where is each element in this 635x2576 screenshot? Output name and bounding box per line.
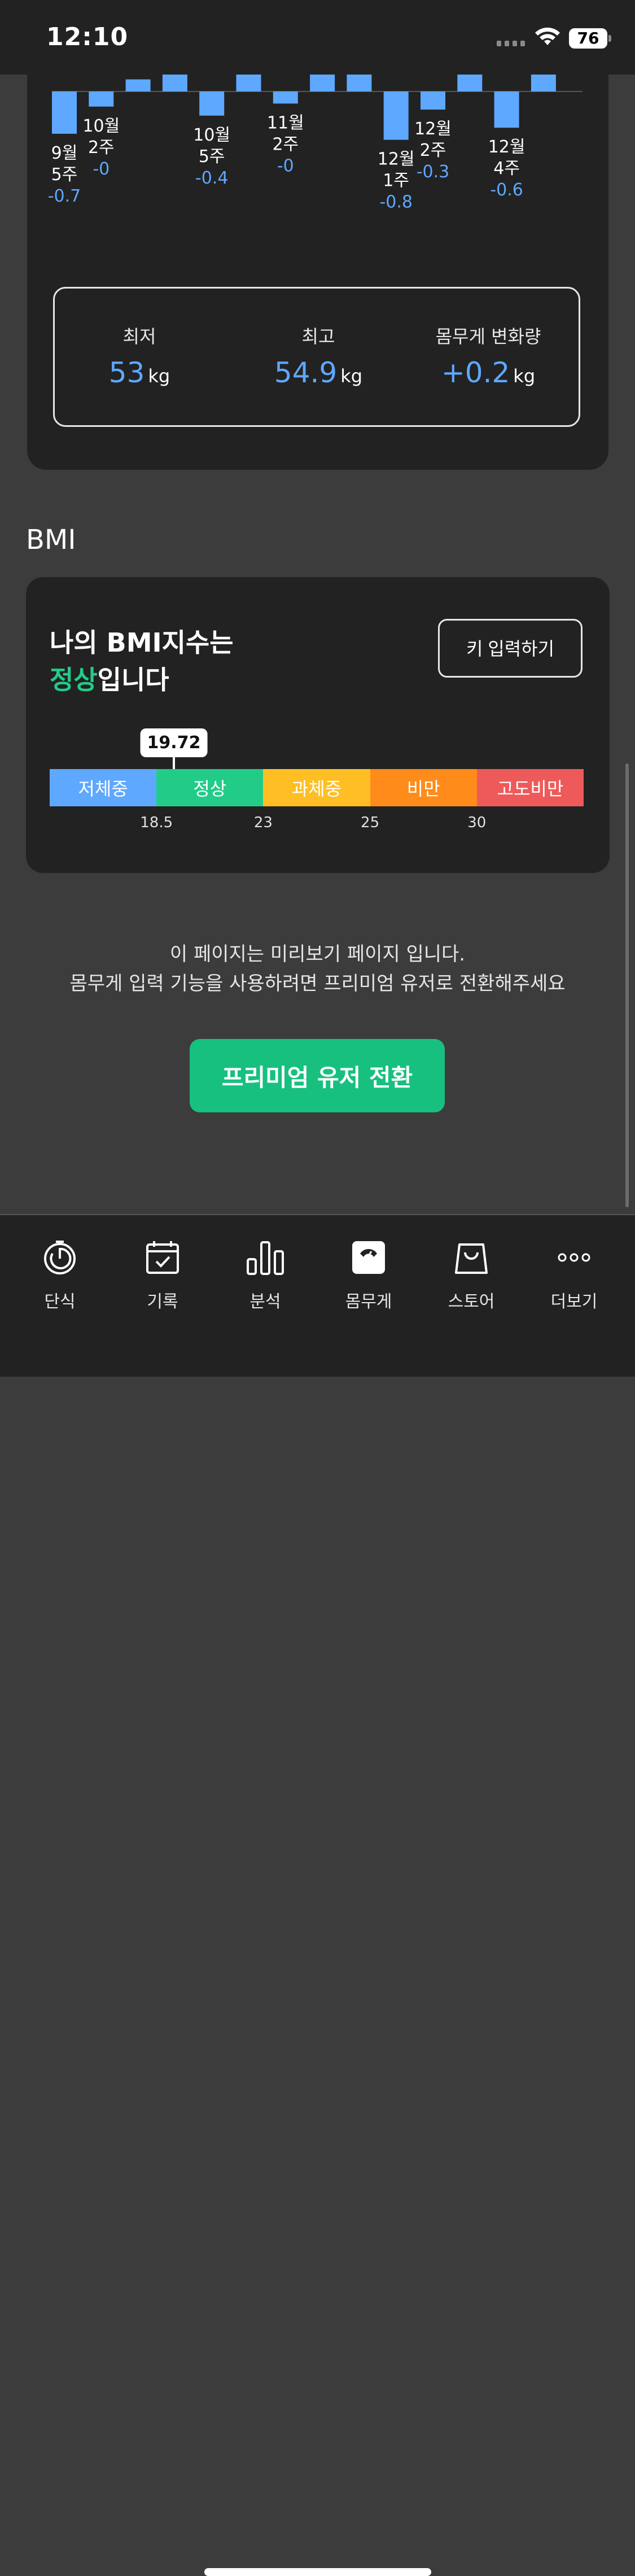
chart-label-month: 12월 (488, 137, 525, 157)
stat-change: 몸무게 변화량 +0.2 kg (404, 322, 573, 389)
stat-change-value: +0.2 (441, 356, 510, 389)
bmi-title: 나의 BMI지수는 (50, 627, 234, 658)
chart-data-label: -0.8 (379, 193, 413, 212)
chart-label-month: 9월 (51, 143, 78, 163)
chart-bar (457, 75, 483, 91)
stat-min-unit: kg (148, 365, 170, 387)
more-dots-icon (554, 1238, 594, 1277)
bar-chart-icon (246, 1238, 285, 1277)
preview-notice: 이 페이지는 미리보기 페이지 입니다. 몸무게 입력 기능을 사용하려면 프리… (0, 940, 635, 998)
chart-label-week: 5주 (51, 165, 78, 185)
chart-label-month: 12월 (378, 150, 415, 169)
chart-data-label: -0.6 (490, 180, 523, 200)
tab-label: 분석 (249, 1292, 281, 1312)
bmi-segment: 고도비만 (476, 769, 584, 806)
bottom-tab-bar: 단식 기록 분석 몸무게 스토어 더보기 (0, 1214, 635, 2576)
tab-label: 기록 (147, 1292, 178, 1312)
chart-bar (494, 91, 519, 128)
weekly-change-chart: 9월5주-0.710월2주-010월5주-0.411월2주-0 12월1주-0.8… (48, 75, 583, 212)
bmi-status: 정상 (50, 665, 98, 695)
tab-label: 더보기 (550, 1292, 598, 1312)
chart-bar (531, 75, 556, 91)
bmi-segment: 비만 (370, 769, 477, 806)
tab-analysis[interactable]: 분석 (223, 1238, 308, 1312)
home-indicator (204, 2568, 431, 2576)
bmi-tick-label: 23 (253, 814, 273, 831)
bmi-card: 나의 BMI지수는 정상입니다 키 입력하기 19.72 저체중 정상 과체중 비만 고… (26, 577, 610, 873)
chart-bar (236, 75, 261, 91)
chart-label-week: 2주 (88, 138, 115, 158)
fasting-timer-icon (40, 1238, 80, 1277)
status-bar: 12:10 76 (0, 0, 635, 75)
chart-label-week: 5주 (199, 147, 225, 167)
stat-min-value: 53 (108, 356, 145, 389)
bmi-value-tooltip: 19.72 (140, 728, 208, 757)
tab-fasting[interactable]: 단식 (17, 1238, 102, 1312)
stat-min: 최저 53 kg (55, 322, 224, 389)
chart-bar (347, 75, 372, 91)
chart-bar (52, 91, 77, 134)
battery-icon: 76 (569, 28, 607, 49)
chart-label-week: 2주 (272, 134, 299, 154)
chart-label-month: 10월 (82, 116, 120, 136)
weight-change-card: 9월 5주 -0.7 10월 2주 -0 10월 5주 -0.4 11월 2주 -0 12월 1주 -0.8… (27, 75, 608, 470)
chart-bar (125, 79, 151, 91)
chart-bar (421, 91, 445, 110)
stat-max: 최고 54.9 kg (234, 322, 403, 389)
chart-label-week: 1주 (383, 171, 409, 191)
bmi-heading: BMI (26, 524, 76, 556)
enter-height-button[interactable]: 키 입력하기 (438, 619, 583, 678)
chart-label-week: 2주 (420, 141, 446, 160)
tab-label: 스토어 (448, 1292, 495, 1312)
chart-bar (162, 75, 187, 91)
chart-data-label: -0 (277, 156, 294, 176)
chart-bar (89, 91, 114, 107)
stat-max-label: 최고 (301, 326, 335, 347)
bmi-tick-label: 25 (361, 814, 380, 831)
premium-upgrade-button[interactable]: 프리미엄 유저 전환 (190, 1039, 445, 1112)
stat-max-value: 54.9 (274, 356, 338, 389)
tab-more[interactable]: 더보기 (532, 1238, 616, 1312)
preview-notice-line2: 몸무게 입력 기능을 사용하려면 프리미엄 유저로 전환해주세요 (69, 972, 566, 995)
chart-label-week: 4주 (493, 159, 520, 178)
tab-weight[interactable]: 몸무게 (326, 1238, 411, 1312)
bmi-segment: 정상 (156, 769, 264, 806)
bmi-tick-label: 18.5 (140, 814, 173, 831)
tab-records[interactable]: 기록 (120, 1238, 205, 1312)
bmi-segment: 저체중 (50, 769, 157, 806)
chart-label-month: 10월 (193, 125, 230, 145)
stat-max-unit: kg (340, 365, 363, 387)
chart-data-label: -0.7 (48, 186, 81, 206)
chart-bar (310, 75, 335, 91)
chart-bar (383, 91, 409, 140)
chart-bar (273, 91, 298, 104)
weight-stats-box: 최저 53 kg 최고 54.9 kg 몸무게 변화량 +0.2 kg (53, 287, 580, 427)
bmi-segment: 과체중 (263, 769, 370, 806)
bmi-scale-bar: 저체중 정상 과체중 비만 고도비만 (50, 769, 584, 806)
calendar-check-icon (143, 1238, 182, 1277)
scale-icon (349, 1238, 388, 1277)
tab-label: 몸무게 (345, 1292, 392, 1312)
bmi-status-suffix: 입니다 (97, 665, 169, 695)
scrollbar[interactable] (625, 763, 629, 1207)
chart-bar (199, 91, 225, 116)
shopping-bag-icon (452, 1238, 491, 1277)
stat-change-unit: kg (513, 365, 536, 387)
chart-data-label: -0.3 (417, 162, 450, 182)
preview-notice-line1: 이 페이지는 미리보기 페이지 입니다. (169, 943, 466, 966)
bmi-tick-label: 30 (467, 814, 487, 831)
chart-data-label: -0 (93, 159, 110, 179)
bmi-scale-ticks: 18.5 23 25 30 (26, 814, 610, 837)
chart-data-label: -0.4 (195, 168, 229, 188)
stat-change-label: 몸무게 변화량 (435, 326, 541, 347)
stat-min-label: 최저 (122, 326, 156, 347)
cellular-signal-icon (497, 41, 525, 46)
chart-label-month: 12월 (414, 119, 452, 139)
tab-label: 단식 (44, 1292, 76, 1312)
wifi-icon (535, 27, 560, 45)
status-time: 12:10 (46, 23, 129, 51)
tab-store[interactable]: 스토어 (429, 1238, 514, 1312)
chart-label-month: 11월 (267, 113, 304, 133)
